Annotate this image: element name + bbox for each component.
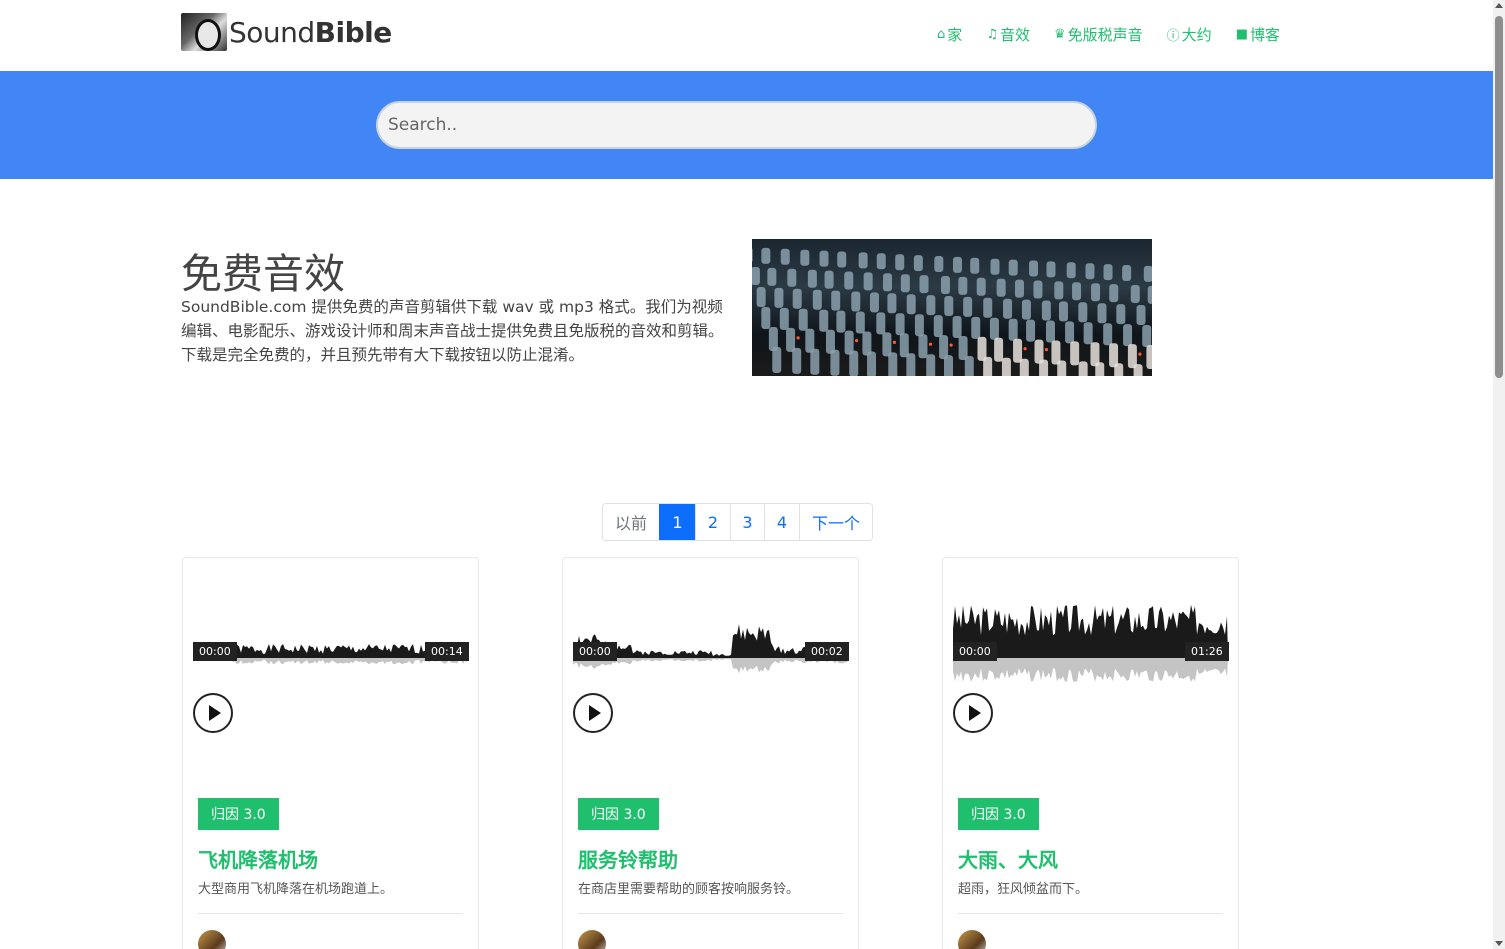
sound-description: 超雨，狂风倾盆而下。 bbox=[958, 882, 1089, 897]
pagination-page-4[interactable]: 4 bbox=[764, 504, 800, 540]
intro-text: SoundBible.com 提供免费的声音剪辑供下载 wav 或 mp3 格式… bbox=[181, 298, 724, 364]
info-icon: ⓘ bbox=[1166, 29, 1180, 44]
license-badge[interactable]: 归因 3.0 bbox=[958, 798, 1039, 830]
sound-title[interactable]: 飞机降落机场 bbox=[198, 844, 318, 873]
logo-text: SoundBible bbox=[229, 15, 392, 49]
sound-description: 在商店里需要帮助的顾客按响服务铃。 bbox=[578, 882, 800, 897]
top-navbar: SoundBible ⌂ 家 ♫ 音效 ♛ 免版税声音 ⓘ 大约 ■ 博客 bbox=[0, 0, 1493, 71]
search-input[interactable] bbox=[376, 101, 1097, 149]
pagination-page-3[interactable]: 3 bbox=[730, 504, 765, 540]
time-end: 01:26 bbox=[1185, 642, 1229, 661]
play-button[interactable] bbox=[573, 693, 613, 733]
crown-icon: ♛ bbox=[1053, 27, 1066, 42]
sound-title[interactable]: 服务铃帮助 bbox=[578, 844, 678, 873]
avatar bbox=[198, 930, 226, 949]
nav-about[interactable]: ⓘ 大约 bbox=[1167, 24, 1212, 45]
scroll-up-arrow-icon[interactable] bbox=[1495, 3, 1503, 8]
search-band bbox=[0, 71, 1493, 179]
play-button[interactable] bbox=[193, 693, 233, 733]
time-start: 00:00 bbox=[193, 642, 237, 661]
mixer-image bbox=[752, 239, 1152, 376]
nav-blog[interactable]: ■ 博客 bbox=[1236, 24, 1280, 45]
divider bbox=[578, 913, 843, 914]
time-start: 00:00 bbox=[573, 642, 617, 661]
sound-description: 大型商用飞机降落在机场跑道上。 bbox=[198, 882, 394, 897]
nav-royalty-free[interactable]: ♛ 免版税声音 bbox=[1054, 24, 1143, 45]
sound-title[interactable]: 大雨、大风 bbox=[958, 844, 1058, 873]
pagination-page-2[interactable]: 2 bbox=[695, 504, 731, 540]
sound-card: 00:00 00:14 归因 3.0 飞机降落机场 大型商用飞机降落在机场跑道上… bbox=[182, 557, 479, 949]
blog-icon: ■ bbox=[1235, 27, 1248, 42]
nav-sound-effects[interactable]: ♫ 音效 bbox=[986, 24, 1030, 45]
scroll-down-arrow-icon[interactable] bbox=[1495, 941, 1503, 946]
logo-image bbox=[181, 13, 227, 51]
sound-card: 00:00 00:02 归因 3.0 服务铃帮助 在商店里需要帮助的顾客按响服务… bbox=[562, 557, 859, 949]
scroll-thumb[interactable] bbox=[1495, 16, 1503, 378]
divider bbox=[958, 913, 1223, 914]
pagination-page-1[interactable]: 1 bbox=[659, 504, 696, 540]
main-nav: ⌂ 家 ♫ 音效 ♛ 免版税声音 ⓘ 大约 ■ 博客 bbox=[937, 24, 1280, 45]
time-end: 00:14 bbox=[425, 642, 469, 661]
avatar bbox=[578, 930, 606, 949]
pagination: 以前 1 2 3 4 下一个 bbox=[602, 503, 874, 541]
sound-card: 00:00 01:26 归因 3.0 大雨、大风 超雨，狂风倾盆而下。 bbox=[942, 557, 1239, 949]
pagination-next[interactable]: 下一个 bbox=[799, 504, 873, 540]
page: SoundBible ⌂家 ♫音效 ♛免版税声音 ⓘ大约 ■博客 免费音效 So… bbox=[0, 0, 1505, 949]
page-title: 免费音效 bbox=[181, 250, 345, 298]
time-start: 00:00 bbox=[953, 642, 997, 661]
divider bbox=[198, 913, 463, 914]
license-badge[interactable]: 归因 3.0 bbox=[198, 798, 279, 830]
nav-home[interactable]: ⌂ 家 bbox=[937, 24, 962, 45]
avatar bbox=[958, 930, 986, 949]
audio-icon: ♫ bbox=[986, 27, 998, 42]
license-badge[interactable]: 归因 3.0 bbox=[578, 798, 659, 830]
site-logo[interactable]: SoundBible bbox=[181, 13, 392, 51]
scrollbar[interactable] bbox=[1493, 0, 1505, 949]
home-icon: ⌂ bbox=[937, 27, 946, 42]
play-button[interactable] bbox=[953, 693, 993, 733]
time-end: 00:02 bbox=[805, 642, 849, 661]
pagination-prev[interactable]: 以前 bbox=[603, 504, 660, 540]
